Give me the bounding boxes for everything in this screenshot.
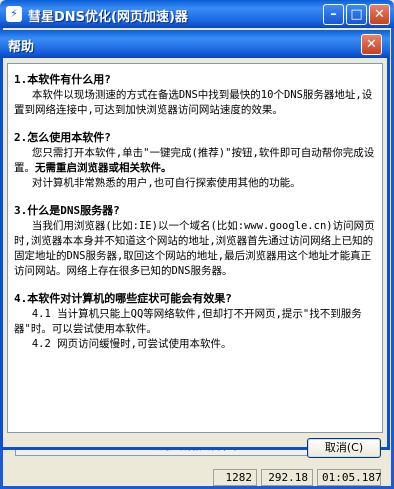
help-section: 1.本软件有什么用? 本软件以现场测速的方式在备选DNS中找到最快的10个DNS… — [14, 72, 376, 118]
paragraph-bold-text: 无需重启浏览器或相关软件。 — [35, 162, 172, 174]
help-content: 1.本软件有什么用? 本软件以现场测速的方式在备选DNS中找到最快的10个DNS… — [7, 63, 383, 433]
dialog-title: 帮助 — [8, 40, 35, 55]
section-paragraph: 本软件以现场测速的方式在备选DNS中找到最快的10个DNS服务器地址,设置到网络… — [14, 89, 373, 116]
status-speed: 292.18 — [261, 469, 313, 486]
help-section: 2.怎么使用本软件? 您只需打开本软件,单击"一键完成(推荐)"按钮,软件即可自… — [14, 130, 376, 191]
status-count: 1282 — [213, 469, 257, 486]
dialog-close-button[interactable]: ✕ — [361, 34, 382, 55]
minimize-button[interactable]: – — [323, 4, 344, 25]
section-heading: 3.什么是DNS服务器? — [14, 204, 120, 217]
app-icon: ⚡ — [6, 6, 22, 22]
section-paragraph: 当我们用浏览器(比如:IE)以一个域名(比如:www.google.cn)访问网… — [14, 220, 375, 277]
section-heading: 1.本软件有什么用? — [14, 73, 111, 86]
section-paragraph: 您只需打开本软件,单击"一键完成(推荐)"按钮,软件即可自动帮你完成设置。无需重… — [14, 146, 376, 176]
section-paragraph: 对计算机非常熟悉的用户,也可自行探索使用其他的功能。 — [31, 177, 301, 189]
status-bar: 1282 292.18 01:05.187 — [12, 469, 382, 487]
help-section: 3.什么是DNS服务器? 当我们用浏览器(比如:IE)以一个域名(比如:www.… — [14, 203, 376, 279]
help-section: 4.本软件对计算机的哪些症状可能会有效果? 4.1 当计算机只能上QQ等网络软件… — [14, 291, 376, 352]
main-close-button[interactable]: ✕ — [369, 4, 390, 25]
cancel-button[interactable]: 取消(C) — [307, 438, 381, 458]
help-dialog: 帮助 ✕ 1.本软件有什么用? 本软件以现场测速的方式在备选DNS中找到最快的1… — [0, 30, 390, 458]
main-window-title: 彗星DNS优化(网页加速)器 — [28, 10, 188, 25]
section-paragraph: 4.2 网页访问缓慢时,可尝试使用本软件。 — [31, 338, 232, 350]
status-time: 01:05.187 — [317, 469, 382, 486]
section-heading: 4.本软件对计算机的哪些症状可能会有效果? — [14, 292, 232, 305]
dialog-title-bar[interactable]: 帮助 ✕ — [0, 30, 390, 58]
maximize-button[interactable]: □ — [346, 4, 367, 25]
main-title-bar[interactable]: ⚡ 彗星DNS优化(网页加速)器 – □ ✕ — [0, 0, 394, 28]
section-paragraph: 4.1 当计算机只能上QQ等网络软件,但却打不开网页,提示"找不到服务器"时。可… — [14, 308, 362, 335]
section-heading: 2.怎么使用本软件? — [14, 131, 111, 144]
